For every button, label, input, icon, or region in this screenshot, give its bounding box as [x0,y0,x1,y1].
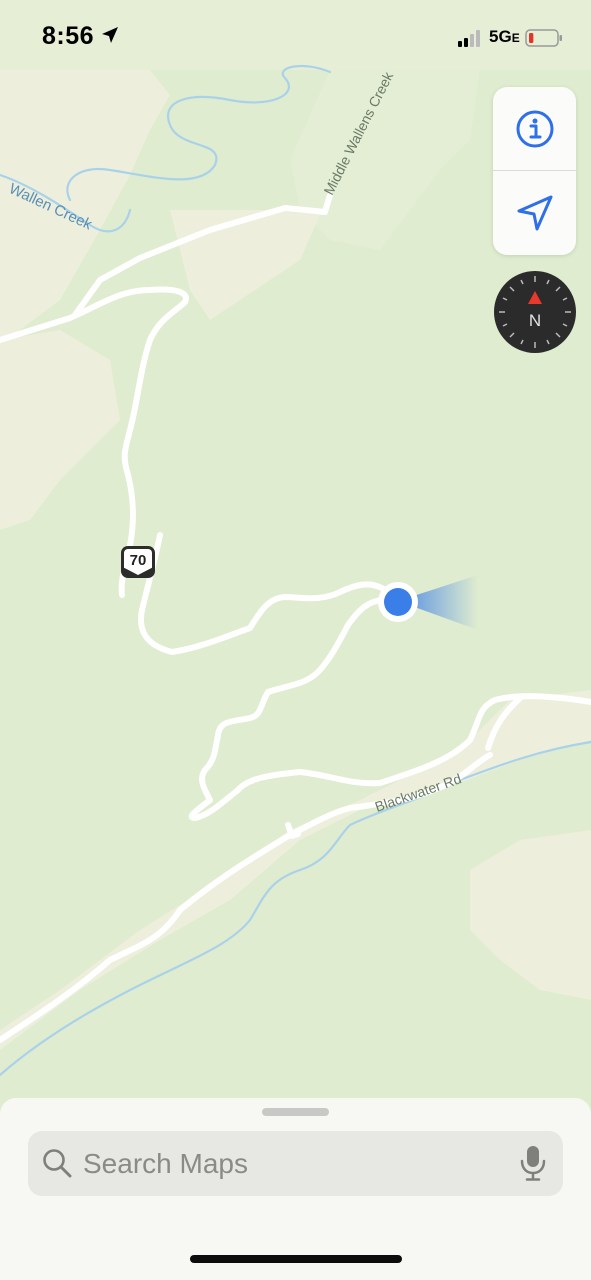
current-location-button[interactable] [493,171,576,254]
microphone-icon[interactable] [519,1145,547,1181]
route-shield-number: 70 [129,552,147,569]
map-info-button[interactable] [493,87,576,170]
status-bar: 8:56 5GE [0,0,591,72]
status-time: 8:56 [42,22,95,50]
battery-icon [525,29,562,47]
map-controls [493,87,576,255]
info-icon [516,110,553,147]
user-location-dot [384,588,412,616]
network-label: 5G [489,27,512,46]
sheet-grabber[interactable] [262,1108,329,1116]
network-type: 5GE [489,27,520,47]
route-70-shield: 70 [121,546,155,578]
location-services-icon [102,27,118,43]
compass-icon[interactable]: N [493,270,577,354]
network-suffix: E [511,31,520,45]
location-arrow-icon [517,195,552,230]
compass-north-label: N [529,311,541,330]
home-indicator[interactable] [190,1255,402,1263]
cellular-signal-icon [458,30,480,47]
search-input[interactable] [83,1146,483,1182]
search-icon [43,1149,72,1178]
